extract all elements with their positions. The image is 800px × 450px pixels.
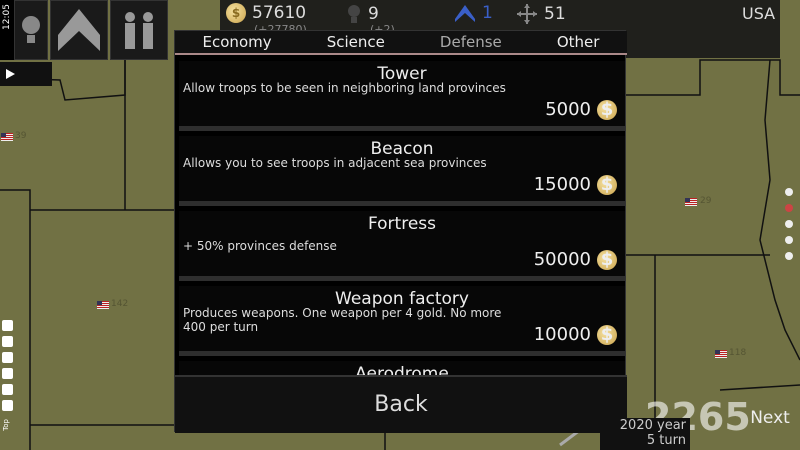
coin-icon: $ bbox=[597, 99, 617, 120]
back-button[interactable]: Back bbox=[175, 375, 627, 433]
province-number: 29 bbox=[700, 196, 712, 206]
page-dots bbox=[785, 188, 793, 268]
tab-science[interactable]: Science bbox=[327, 33, 385, 51]
army-chevron-icon bbox=[455, 5, 475, 22]
tech-icon[interactable] bbox=[2, 400, 13, 411]
province-number: 142 bbox=[111, 299, 129, 309]
province-flag bbox=[685, 198, 697, 206]
building-name: Fortress bbox=[367, 214, 437, 234]
tab-defense[interactable]: Defense bbox=[440, 33, 502, 51]
building-list[interactable]: Tower Allow troops to be seen in neighbo… bbox=[179, 61, 625, 401]
province-flag bbox=[715, 350, 727, 358]
building-item-tower[interactable]: Tower Allow troops to be seen in neighbo… bbox=[179, 61, 625, 131]
building-item-fortress[interactable]: Fortress + 50% provinces defense 50000 $ bbox=[179, 211, 625, 281]
tab-economy[interactable]: Economy bbox=[203, 33, 272, 51]
map-mode-icon[interactable] bbox=[2, 336, 13, 347]
page-dot-active[interactable] bbox=[785, 204, 793, 212]
building-desc: Allows you to see troops in adjacent sea… bbox=[183, 156, 487, 170]
coin-icon: $ bbox=[597, 174, 617, 195]
building-desc: Allow troops to be seen in neighboring l… bbox=[183, 81, 506, 95]
cost-value: 15000 bbox=[533, 174, 591, 195]
left-toolbar: Top bbox=[2, 320, 16, 435]
next-turn-button[interactable]: Next bbox=[740, 398, 800, 438]
building-desc: + 50% provinces defense bbox=[183, 239, 337, 253]
page-dot[interactable] bbox=[785, 236, 793, 244]
cost-value: 50000 bbox=[533, 249, 591, 270]
province-number: 39 bbox=[15, 131, 27, 141]
army-value: 1 bbox=[482, 3, 493, 23]
army-resource[interactable]: 1 bbox=[454, 3, 493, 23]
settings-icon[interactable] bbox=[2, 368, 13, 379]
advisor-button[interactable] bbox=[14, 0, 48, 60]
building-item-beacon[interactable]: Beacon Allows you to see troops in adjac… bbox=[179, 136, 625, 206]
building-item-weapon-factory[interactable]: Weapon factory Produces weapons. One wea… bbox=[179, 286, 625, 356]
money-value: 57610 bbox=[252, 3, 307, 23]
category-tabs: Economy Science Defense Other bbox=[175, 31, 627, 55]
diplomacy-icon[interactable] bbox=[2, 352, 13, 363]
building-cost: 50000 $ bbox=[534, 249, 617, 270]
page-dot[interactable] bbox=[785, 188, 793, 196]
province-flag bbox=[1, 133, 13, 141]
coin-icon: $ bbox=[597, 324, 617, 345]
tab-other[interactable]: Other bbox=[557, 33, 600, 51]
money-resource[interactable]: $ 57610 (+27780) bbox=[226, 3, 307, 36]
moves-resource[interactable]: 51 bbox=[516, 3, 566, 25]
turn-info: 2020 year 5 turn bbox=[600, 418, 690, 450]
province-flag bbox=[97, 301, 109, 309]
building-cost: 5000 $ bbox=[545, 99, 617, 120]
building-desc: Produces weapons. One weapon per 4 gold.… bbox=[183, 306, 502, 334]
cost-value: 10000 bbox=[533, 324, 591, 345]
population-button[interactable] bbox=[110, 0, 168, 60]
turn-label: 5 turn bbox=[646, 433, 686, 448]
coin-icon: $ bbox=[226, 3, 246, 23]
lightbulb-icon bbox=[22, 16, 40, 43]
building-cost: 15000 $ bbox=[534, 174, 617, 195]
move-arrows-icon bbox=[517, 4, 537, 24]
science-bulb-icon bbox=[348, 5, 360, 23]
build-dialog: Economy Science Defense Other Tower Allo… bbox=[174, 30, 627, 433]
play-button[interactable] bbox=[0, 62, 52, 86]
science-value: 9 bbox=[368, 4, 379, 24]
status-bar: 12:05 bbox=[0, 0, 14, 60]
clock: 12:05 bbox=[2, 4, 12, 30]
moves-value: 51 bbox=[544, 4, 566, 24]
rank-button[interactable] bbox=[50, 0, 108, 60]
coin-icon: $ bbox=[597, 249, 617, 270]
science-resource[interactable]: 9 (+2) bbox=[346, 3, 395, 36]
page-dot[interactable] bbox=[785, 220, 793, 228]
rank-chevron-icon bbox=[58, 9, 100, 51]
top-label[interactable]: Top bbox=[2, 419, 10, 431]
info-icon[interactable] bbox=[2, 384, 13, 395]
cost-value: 5000 bbox=[545, 99, 591, 120]
province-number: 118 bbox=[729, 348, 747, 358]
people-icon bbox=[125, 12, 153, 49]
building-cost: 10000 $ bbox=[534, 324, 617, 345]
year-label: 2020 year bbox=[619, 418, 686, 433]
country-name[interactable]: USA bbox=[742, 4, 775, 23]
page-dot[interactable] bbox=[785, 252, 793, 260]
filter-icon[interactable] bbox=[2, 320, 13, 331]
